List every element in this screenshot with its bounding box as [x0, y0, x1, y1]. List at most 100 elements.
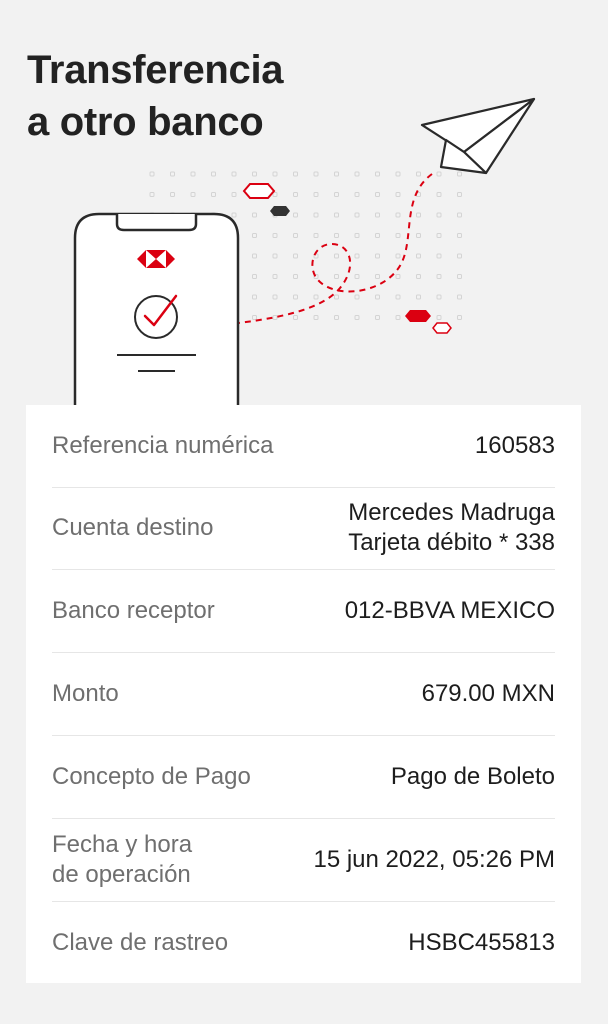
grid-dot [436, 192, 442, 197]
grid-dot [334, 171, 339, 177]
grid-dot [313, 315, 319, 320]
detail-label: Fecha y hora de operación [52, 830, 192, 890]
detail-label: Banco receptor [52, 597, 215, 624]
transfer-illustration [73, 97, 536, 410]
grid-dot [272, 192, 278, 197]
hexagon-outline-icon [242, 183, 276, 199]
grid-dot [313, 294, 319, 300]
grid-dot [231, 192, 237, 197]
grid-dot [334, 274, 339, 279]
grid-dot [354, 253, 360, 259]
detail-row-reference: Referencia numérica 160583 [52, 405, 555, 488]
paper-plane-icon [420, 97, 536, 175]
grid-dot [457, 212, 462, 218]
grid-dot [231, 171, 237, 177]
detail-row-date: Fecha y hora de operación 15 jun 2022, 0… [52, 819, 555, 902]
detail-row-concept: Concepto de Pago Pago de Boleto [52, 736, 555, 819]
grid-dot [252, 212, 257, 218]
grid-dot [457, 171, 462, 177]
grid-dot [457, 233, 462, 238]
grid-dot [375, 315, 380, 320]
grid-dot [375, 274, 380, 279]
grid-dot [375, 212, 380, 218]
grid-dot [231, 212, 237, 218]
grid-dot [354, 233, 360, 238]
grid-dot [334, 233, 339, 238]
grid-dot [395, 315, 401, 320]
grid-dot [334, 315, 339, 320]
grid-dot [395, 274, 401, 279]
grid-dot [334, 294, 339, 300]
grid-dot [457, 253, 462, 259]
detail-row-bank: Banco receptor 012-BBVA MEXICO [52, 570, 555, 653]
grid-dot [416, 253, 421, 259]
detail-row-tracking: Clave de rastreo HSBC455813 [52, 902, 555, 984]
grid-dot [375, 192, 380, 197]
grid-dot [395, 192, 401, 197]
grid-dot [395, 253, 401, 259]
grid-dot [272, 233, 278, 238]
grid-dot [252, 233, 257, 238]
grid-dot [190, 192, 196, 197]
grid-dot [436, 233, 442, 238]
grid-dot [313, 171, 319, 177]
detail-value-line: Mercedes Madruga [348, 499, 555, 526]
detail-value: HSBC455813 [408, 929, 555, 956]
grid-dot [457, 274, 462, 279]
grid-dot [395, 212, 401, 218]
grid-dot [416, 274, 421, 279]
detail-row-amount: Monto 679.00 MXN [52, 653, 555, 736]
grid-dot [334, 212, 339, 218]
grid-dot [272, 315, 278, 320]
grid-dot [313, 212, 319, 218]
grid-dot [354, 274, 360, 279]
grid-dot [272, 171, 278, 177]
grid-dot [272, 294, 278, 300]
grid-dot [293, 315, 298, 320]
detail-label: Monto [52, 680, 119, 707]
grid-dot [416, 294, 421, 300]
grid-dot [252, 315, 257, 320]
grid-dot [252, 253, 257, 259]
grid-dot [354, 171, 360, 177]
grid-dot [354, 294, 360, 300]
transfer-details-card: Referencia numérica 160583 Cuenta destin… [26, 405, 581, 983]
grid-dot [211, 192, 216, 197]
detail-value: 012-BBVA MEXICO [344, 597, 555, 624]
grid-dot [395, 233, 401, 238]
detail-value: Mercedes Madruga Tarjeta débito * 338 [348, 498, 555, 558]
grid-dot [436, 212, 442, 218]
grid-dot [190, 171, 196, 177]
grid-dot [170, 192, 175, 197]
grid-dot [334, 253, 339, 259]
grid-dot [272, 274, 278, 279]
detail-label-line: de operación [52, 861, 191, 888]
grid-dot [313, 192, 319, 197]
detail-label: Concepto de Pago [52, 763, 251, 790]
grid-dot [293, 253, 298, 259]
grid-dot [149, 192, 155, 197]
detail-value: 160583 [474, 432, 555, 459]
grid-dot [436, 315, 442, 320]
grid-dot [170, 171, 175, 177]
grid-dot [354, 315, 360, 320]
grid-dot [293, 294, 298, 300]
grid-dot [149, 171, 155, 177]
grid-dot [334, 192, 339, 197]
grid-dot [457, 294, 462, 300]
grid-dot [416, 212, 421, 218]
grid-dot [436, 274, 442, 279]
grid-dot [293, 212, 298, 218]
grid-dot [457, 192, 462, 197]
hexagon-small-outline-icon [432, 322, 452, 334]
grid-dot [416, 171, 421, 177]
grid-dot [272, 253, 278, 259]
grid-dot [395, 294, 401, 300]
phone-icon [73, 212, 240, 410]
hexagon-dark-icon [270, 206, 290, 216]
hexagon-red-icon [405, 310, 431, 322]
grid-dot [375, 171, 380, 177]
grid-dot [293, 192, 298, 197]
grid-dot [436, 171, 442, 177]
grid-dot [293, 171, 298, 177]
